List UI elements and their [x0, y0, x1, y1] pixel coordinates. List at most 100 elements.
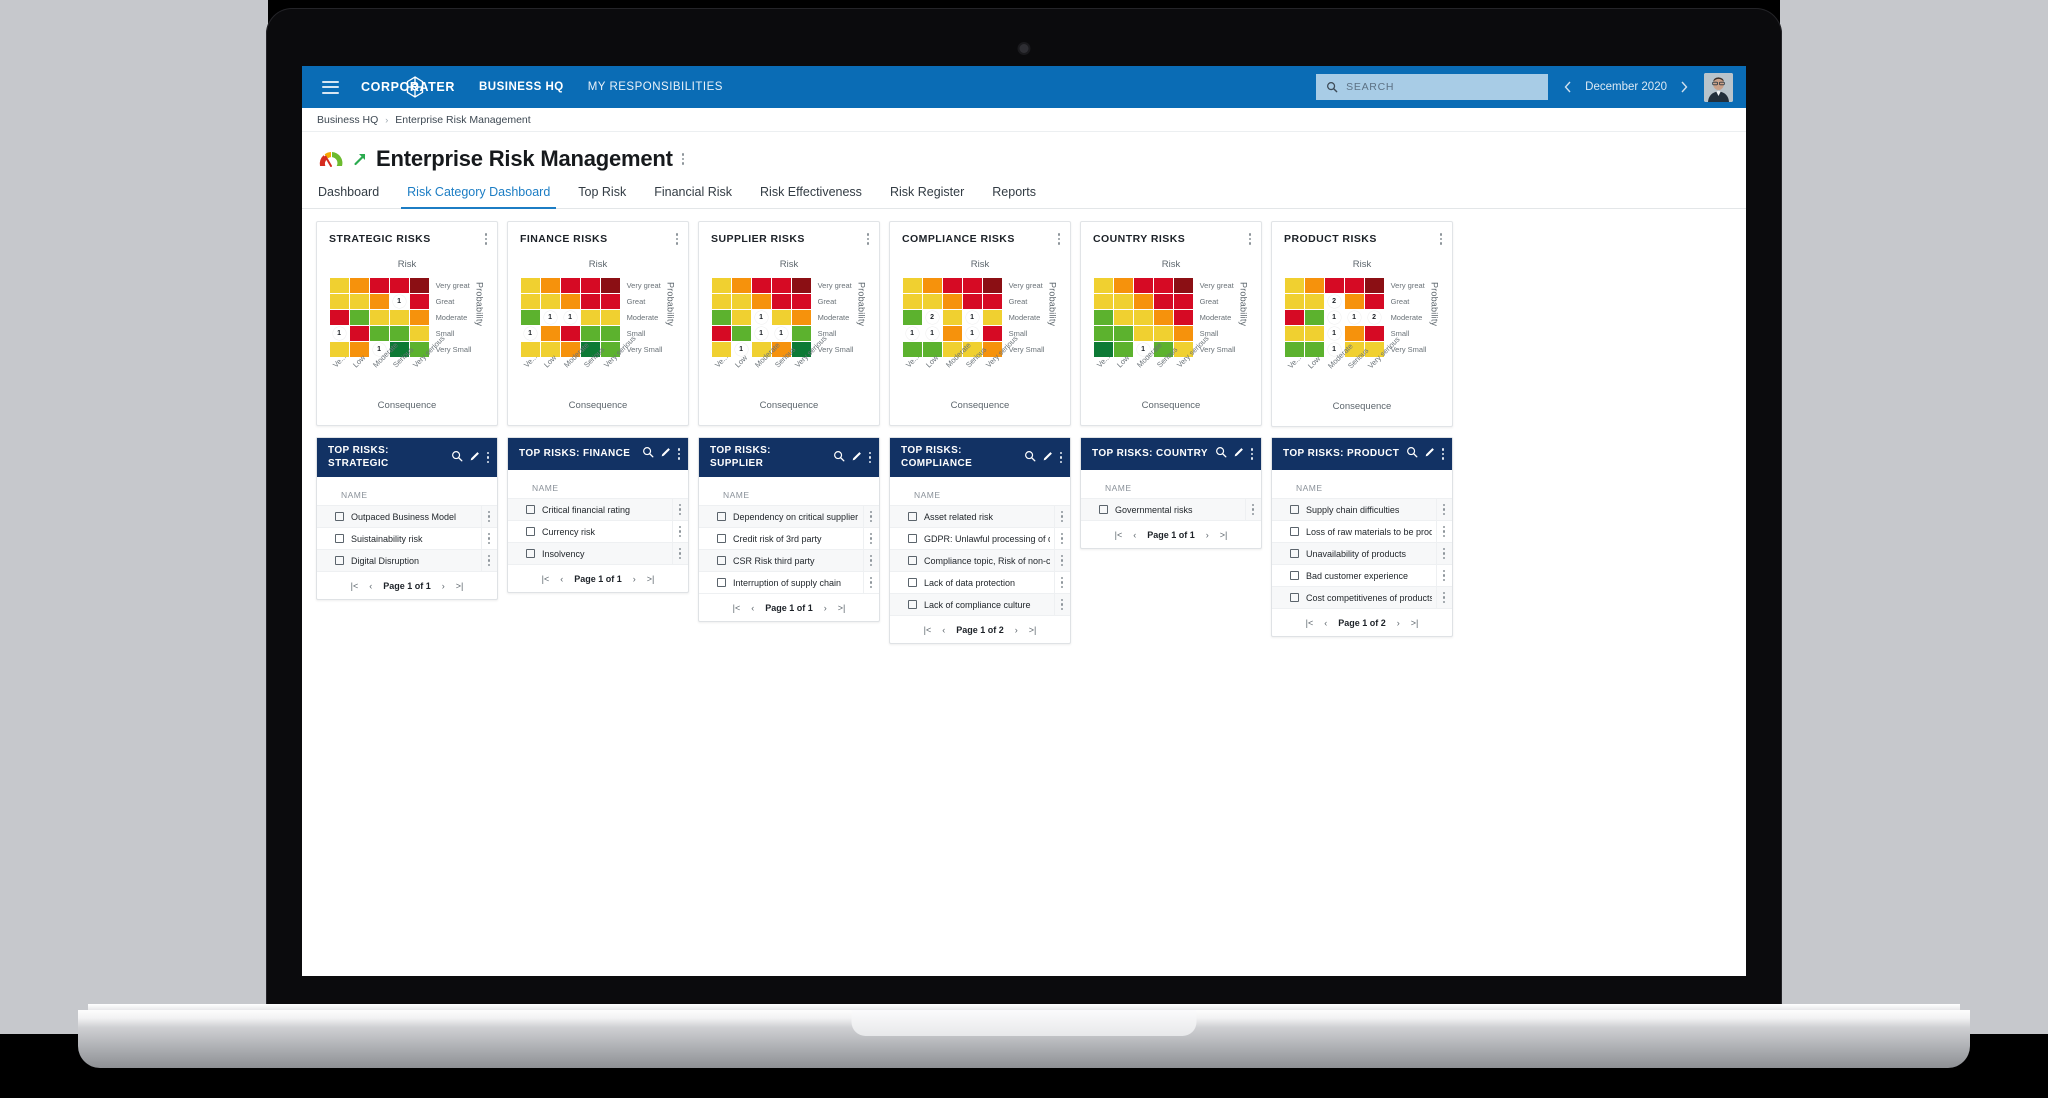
row-kebab-menu-icon[interactable] [862, 549, 872, 572]
pager-last-button[interactable]: >| [647, 574, 655, 584]
pager-first-button[interactable]: |< [1306, 618, 1314, 628]
row-kebab-menu-icon[interactable] [1244, 498, 1254, 521]
pager-next-button[interactable]: › [1015, 625, 1018, 635]
pencil-icon[interactable] [469, 449, 481, 467]
avatar[interactable] [1704, 72, 1733, 102]
pencil-icon[interactable] [851, 449, 863, 467]
row-checkbox[interactable] [1099, 505, 1108, 514]
risk-count-bubble[interactable]: 1 [965, 327, 979, 340]
table-row[interactable]: Lack of data protection [890, 571, 1070, 594]
risk-count-bubble[interactable]: 1 [754, 327, 768, 340]
table-row[interactable]: Interruption of supply chain [699, 571, 879, 594]
tab-top-risk[interactable]: Top Risk [564, 185, 640, 208]
tab-financial-risk[interactable]: Financial Risk [640, 185, 746, 208]
list-kebab-menu-icon[interactable] [1250, 448, 1253, 460]
card-kebab-menu-icon[interactable] [1057, 233, 1060, 245]
pager-prev-button[interactable]: ‹ [942, 625, 945, 635]
nav-item-business-hq[interactable]: BUSINESS HQ [479, 81, 564, 93]
row-checkbox[interactable] [717, 512, 726, 521]
row-kebab-menu-icon[interactable] [862, 505, 872, 528]
risk-count-bubble[interactable]: 2 [925, 311, 939, 324]
brand-logo[interactable]: CORPORATER [361, 76, 455, 98]
risk-count-bubble[interactable]: 1 [543, 311, 557, 324]
risk-count-bubble[interactable]: 1 [563, 311, 577, 324]
pager-last-button[interactable]: >| [1220, 530, 1228, 540]
row-kebab-menu-icon[interactable] [862, 527, 872, 550]
table-row[interactable]: Insolvency [508, 542, 688, 565]
row-checkbox[interactable] [908, 534, 917, 543]
row-kebab-menu-icon[interactable] [671, 498, 681, 521]
risk-count-bubble[interactable]: 2 [1327, 295, 1341, 308]
row-checkbox[interactable] [908, 600, 917, 609]
table-row[interactable]: Critical financial rating [508, 498, 688, 521]
row-checkbox[interactable] [1290, 527, 1299, 536]
risk-count-bubble[interactable]: 1 [1327, 327, 1341, 340]
table-row[interactable]: Cost competitivenes of products [1272, 586, 1452, 609]
risk-count-bubble[interactable]: 1 [1347, 311, 1361, 324]
row-kebab-menu-icon[interactable] [1053, 549, 1063, 572]
nav-item-my-responsibilities[interactable]: MY RESPONSIBILITIES [588, 81, 723, 93]
risk-count-bubble[interactable]: 1 [1327, 343, 1341, 356]
pager-last-button[interactable]: >| [1411, 618, 1419, 628]
row-kebab-menu-icon[interactable] [671, 520, 681, 543]
risk-count-bubble[interactable]: 2 [1367, 311, 1381, 324]
risk-count-bubble[interactable]: 1 [905, 327, 919, 340]
pager-last-button[interactable]: >| [456, 581, 464, 591]
card-kebab-menu-icon[interactable] [1248, 233, 1251, 245]
row-kebab-menu-icon[interactable] [1435, 542, 1445, 565]
pager-first-button[interactable]: |< [351, 581, 359, 591]
table-row[interactable]: Lack of compliance culture [890, 593, 1070, 616]
search-icon[interactable] [642, 445, 654, 463]
risk-count-bubble[interactable]: 1 [965, 311, 979, 324]
risk-count-bubble[interactable]: 1 [372, 343, 386, 356]
pager-first-button[interactable]: |< [924, 625, 932, 635]
pager-next-button[interactable]: › [824, 603, 827, 613]
row-kebab-menu-icon[interactable] [1435, 520, 1445, 543]
hamburger-menu-icon[interactable] [322, 80, 339, 94]
card-kebab-menu-icon[interactable] [484, 233, 487, 245]
period-next-button[interactable] [1680, 81, 1688, 93]
risk-count-bubble[interactable]: 1 [1136, 343, 1150, 356]
risk-count-bubble[interactable]: 1 [734, 343, 748, 356]
row-checkbox[interactable] [908, 512, 917, 521]
table-row[interactable]: Suistainability risk [317, 527, 497, 550]
search-input[interactable] [1346, 81, 1539, 93]
list-kebab-menu-icon[interactable] [868, 451, 871, 464]
table-row[interactable]: Unavailability of products [1272, 542, 1452, 565]
table-row[interactable]: Asset related risk [890, 505, 1070, 528]
pager-next-button[interactable]: › [1397, 618, 1400, 628]
row-checkbox[interactable] [717, 578, 726, 587]
row-checkbox[interactable] [1290, 549, 1299, 558]
row-checkbox[interactable] [717, 534, 726, 543]
tab-risk-category-dashboard[interactable]: Risk Category Dashboard [393, 185, 564, 209]
row-kebab-menu-icon[interactable] [1435, 498, 1445, 521]
risk-count-bubble[interactable]: 1 [774, 327, 788, 340]
row-checkbox[interactable] [908, 578, 917, 587]
period-prev-button[interactable] [1564, 81, 1572, 93]
list-kebab-menu-icon[interactable] [1059, 451, 1062, 464]
breadcrumb-root[interactable]: Business HQ [317, 114, 378, 126]
risk-count-bubble[interactable]: 1 [523, 327, 537, 340]
row-checkbox[interactable] [526, 527, 535, 536]
tab-risk-register[interactable]: Risk Register [876, 185, 978, 208]
search-icon[interactable] [1406, 445, 1418, 463]
row-checkbox[interactable] [908, 556, 917, 565]
table-row[interactable]: Compliance topic, Risk of non-compliance [890, 549, 1070, 572]
pencil-icon[interactable] [1424, 445, 1436, 463]
table-row[interactable]: CSR Risk third party [699, 549, 879, 572]
pager-next-button[interactable]: › [442, 581, 445, 591]
pager-last-button[interactable]: >| [1029, 625, 1037, 635]
pager-prev-button[interactable]: ‹ [1133, 530, 1136, 540]
table-row[interactable]: Credit risk of 3rd party [699, 527, 879, 550]
search-box[interactable] [1316, 74, 1549, 100]
table-row[interactable]: Governmental risks [1081, 498, 1261, 521]
row-kebab-menu-icon[interactable] [480, 549, 490, 572]
row-checkbox[interactable] [335, 534, 344, 543]
table-row[interactable]: Currency risk [508, 520, 688, 543]
list-kebab-menu-icon[interactable] [1441, 448, 1444, 460]
list-kebab-menu-icon[interactable] [677, 448, 680, 460]
pager-next-button[interactable]: › [633, 574, 636, 584]
pager-first-button[interactable]: |< [1115, 530, 1123, 540]
search-icon[interactable] [1024, 449, 1036, 467]
tab-dashboard[interactable]: Dashboard [318, 185, 393, 208]
